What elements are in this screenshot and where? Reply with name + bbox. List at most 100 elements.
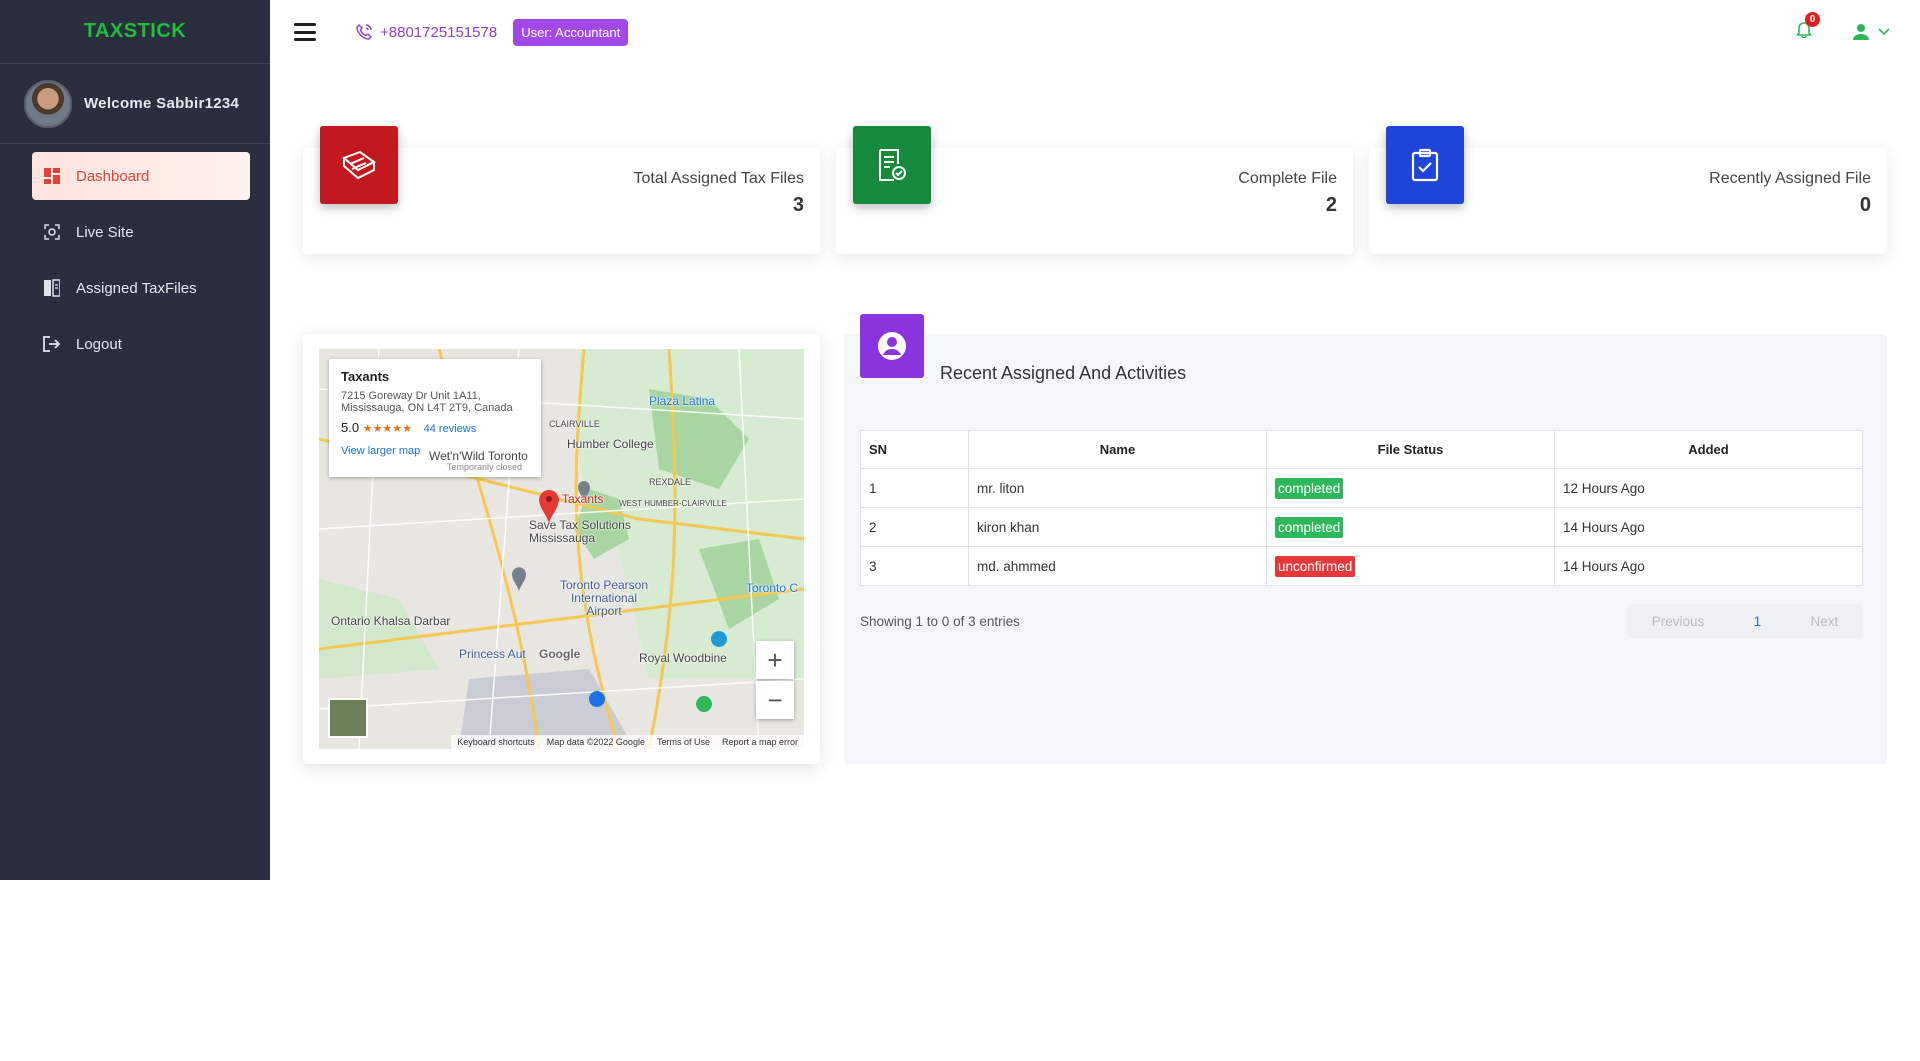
user-icon — [1853, 23, 1869, 40]
sidebar-item-assigned-taxfiles[interactable]: Assigned TaxFiles — [32, 264, 250, 312]
stat-card-complete-file[interactable]: Complete File 2 — [836, 126, 1353, 254]
avatar — [24, 79, 72, 128]
cell-status: completed — [1266, 507, 1555, 547]
column-header-added[interactable]: Added — [1554, 430, 1863, 469]
status-badge: completed — [1275, 516, 1344, 538]
user-circle-icon — [860, 314, 924, 378]
table-row: 3 md. ahmmed unconfirmed 14 Hours Ago — [860, 546, 1863, 586]
map-label: Humber College — [567, 437, 654, 451]
stat-card-value: 3 — [792, 194, 804, 216]
cell-status: completed — [1266, 468, 1555, 508]
hamburger-menu-button[interactable] — [294, 23, 316, 41]
map-label: REXDALE — [649, 477, 692, 487]
map-label: Toronto C — [746, 581, 799, 595]
cell-added: 12 Hours Ago — [1554, 468, 1863, 508]
table-info: Showing 1 to 0 of 3 entries — [860, 614, 1020, 629]
map-footer-link[interactable]: Terms of Use — [657, 737, 710, 747]
map-label: Plaza Latina — [649, 394, 716, 408]
user-menu-button[interactable] — [1852, 23, 1890, 41]
dashboard-icon — [42, 166, 62, 186]
map-card: Taxants 7215 Goreway Dr Unit 1A11, Missi… — [303, 334, 820, 764]
chevron-down-icon — [1878, 27, 1890, 35]
map-place-address: 7215 Goreway Dr Unit 1A11, Mississauga, … — [341, 390, 513, 414]
map-label: Taxants — [562, 492, 604, 506]
cell-name: md. ahmmed — [968, 546, 1267, 586]
map-label: Temporarily closed — [447, 462, 523, 472]
cell-added: 14 Hours Ago — [1554, 507, 1863, 547]
stat-card-label: Recently Assigned File — [1709, 170, 1871, 187]
sidebar-item-label: Dashboard — [76, 167, 150, 185]
map-label: Royal Woodbine — [639, 651, 727, 665]
map-label: Wet'n'Wild Toronto — [429, 449, 528, 463]
status-badge: completed — [1275, 477, 1344, 499]
user-role-badge: User: Accountant — [513, 18, 629, 46]
map-place-name: Taxants — [341, 369, 390, 384]
map-label: Google — [539, 647, 581, 661]
map-footer-link[interactable]: Report a map error — [722, 737, 798, 747]
assigned-files-icon — [42, 278, 62, 298]
brand-logo[interactable]: TAXSTICK — [0, 0, 270, 64]
welcome-text: Welcome Sabbir1234 — [84, 95, 240, 112]
sidebar-item-live-site[interactable]: Live Site — [32, 208, 250, 256]
cell-added: 14 Hours Ago — [1554, 546, 1863, 586]
pagination: Previous 1 Next — [1627, 604, 1863, 638]
map-footer-link[interactable]: Keyboard shortcuts — [457, 737, 535, 747]
page-button-1[interactable]: 1 — [1754, 614, 1762, 629]
notification-button[interactable]: 0 — [1795, 12, 1820, 43]
zoom-out-button[interactable]: − — [756, 681, 794, 719]
sidebar-user: Welcome Sabbir1234 — [0, 64, 270, 144]
topbar-actions: 0 — [1795, 12, 1890, 43]
map-label: Save Tax Solutions Mississauga — [529, 518, 631, 545]
cell-name: kiron khan — [968, 507, 1267, 547]
sidebar-item-logout[interactable]: Logout — [32, 320, 250, 368]
reviews-link[interactable]: 44 reviews — [424, 423, 477, 435]
zoom-in-button[interactable]: + — [756, 641, 794, 679]
phone-number: +8801725151578 — [380, 23, 498, 41]
hamburger-bar — [294, 30, 316, 34]
logout-icon — [42, 334, 62, 354]
map-label: CLAIRVILLE — [549, 419, 600, 429]
stat-card-label: Total Assigned Tax Files — [633, 170, 804, 187]
previous-page-button[interactable]: Previous — [1652, 614, 1705, 629]
phone-contact[interactable]: +8801725151578 — [356, 24, 497, 41]
map-footer: Keyboard shortcuts Map data ©2022 Google… — [451, 735, 804, 749]
tax-files-icon — [320, 126, 398, 204]
activities-table: SN Name File Status Added 1 mr. liton co… — [860, 430, 1863, 586]
topbar: +8801725151578 User: Accountant 0 — [270, 0, 1920, 64]
stat-card-value: 2 — [1325, 194, 1337, 216]
live-site-icon — [42, 222, 62, 242]
column-header-name[interactable]: Name — [968, 430, 1267, 469]
table-header-row: SN Name File Status Added — [860, 430, 1863, 469]
notification-count: 0 — [1805, 12, 1820, 27]
map-place-rating: 5.0 ★★★★★ 44 reviews — [341, 420, 529, 435]
next-page-button[interactable]: Next — [1811, 614, 1839, 629]
google-map[interactable]: Taxants 7215 Goreway Dr Unit 1A11, Missi… — [319, 349, 804, 749]
complete-file-icon — [853, 126, 931, 204]
map-label: WEST HUMBER-CLAIRVILLE — [619, 499, 727, 508]
brand-logo-text: TAXSTICK — [83, 20, 187, 42]
map-label: Princess Aut — [459, 647, 526, 661]
sidebar-nav: Dashboard Live Site Assigned TaxFiles Lo… — [0, 144, 270, 368]
cell-sn: 3 — [860, 546, 969, 586]
sidebar-item-label: Assigned TaxFiles — [76, 279, 197, 297]
hamburger-bar — [294, 23, 316, 26]
sidebar-item-label: Live Site — [76, 223, 134, 241]
stat-card-value: 0 — [1859, 194, 1871, 216]
sidebar: TAXSTICK Welcome Sabbir1234 Dashboard Li… — [0, 0, 270, 880]
star-icon: ★★★★★ — [362, 423, 413, 435]
cell-sn: 1 — [860, 468, 969, 508]
stat-card-recently-assigned[interactable]: Recently Assigned File 0 — [1369, 126, 1887, 254]
stat-card-label: Complete File — [1238, 170, 1337, 187]
column-header-sn[interactable]: SN — [860, 430, 969, 469]
recent-activities-panel: Recent Assigned And Activities SN Name F… — [844, 314, 1887, 764]
map-label: Ontario Khalsa Darbar — [331, 614, 451, 628]
cell-sn: 2 — [860, 507, 969, 547]
map-footer-text: Map data ©2022 Google — [546, 737, 645, 747]
sidebar-item-label: Logout — [76, 335, 122, 353]
rating-value: 5.0 — [341, 420, 360, 435]
map-label: Toronto Pearson International Airport — [559, 578, 649, 618]
clipboard-check-icon — [1386, 126, 1464, 204]
sidebar-item-dashboard[interactable]: Dashboard — [32, 152, 250, 200]
column-header-file-status[interactable]: File Status — [1266, 430, 1555, 469]
stat-card-total-assigned[interactable]: Total Assigned Tax Files 3 — [303, 126, 820, 254]
